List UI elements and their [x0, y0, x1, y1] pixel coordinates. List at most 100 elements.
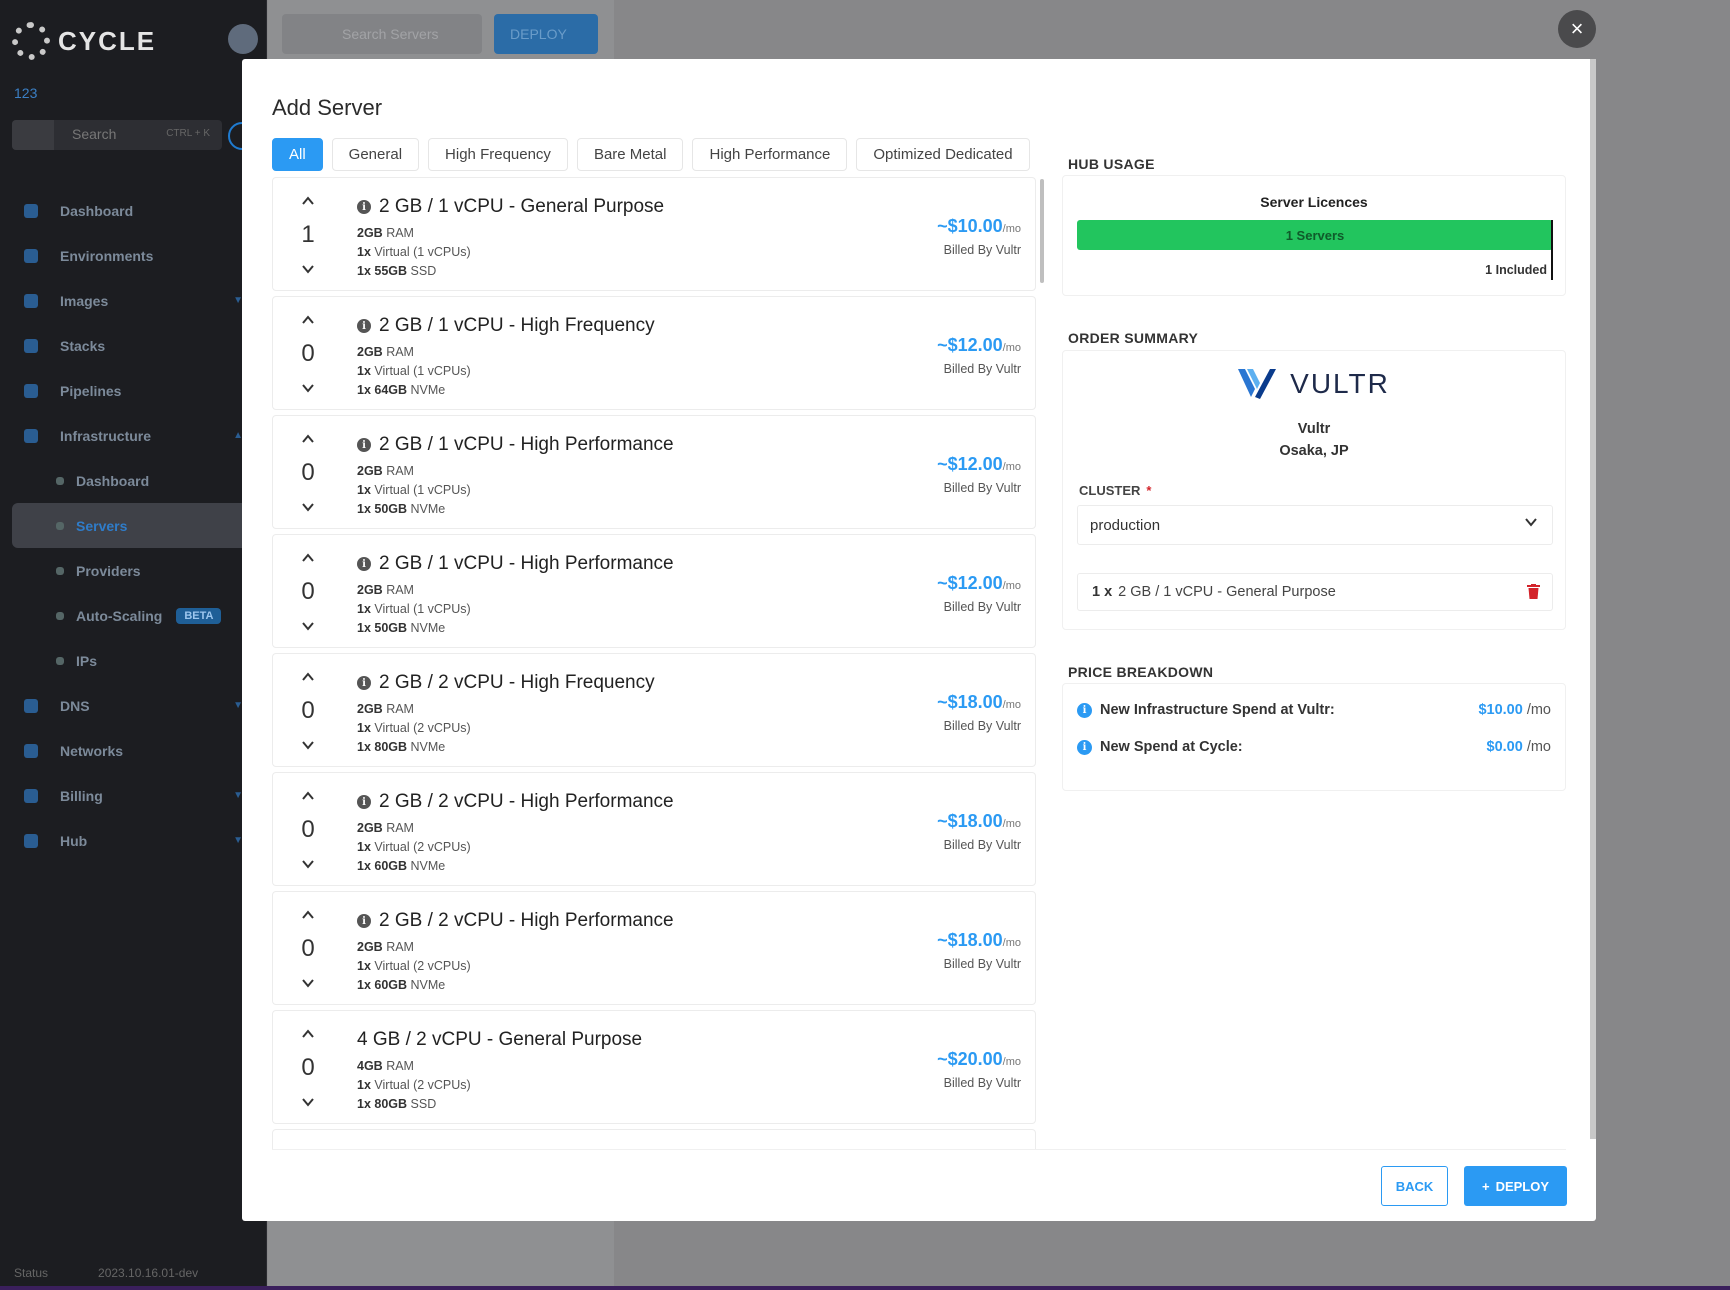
sidebar-search[interactable]: Search CTRL + K	[12, 120, 222, 150]
server-name: i 2 GB / 1 vCPU - High Performance	[357, 434, 674, 456]
hub-usage-panel: Server Licences 1 Servers 1 Included	[1062, 175, 1566, 296]
nav-images[interactable]: Images ▼	[0, 278, 267, 323]
ram-unit: RAM	[386, 226, 414, 240]
price-unit: /mo	[1526, 739, 1551, 755]
server-cpu: 1x Virtual (1 vCPUs)	[357, 245, 471, 259]
search-servers-input[interactable]: Search Servers	[282, 14, 482, 54]
cpu-count: 1x	[357, 1078, 371, 1092]
disk-type: NVMe	[410, 502, 446, 516]
nav-auto-scaling[interactable]: Auto-Scaling BETA	[0, 593, 267, 638]
info-icon[interactable]: i	[1077, 739, 1092, 755]
cpu-desc: Virtual (1 vCPUs)	[374, 364, 471, 378]
increment-chevron-up-icon[interactable]	[293, 906, 323, 924]
cluster-label: CLUSTER *	[1079, 483, 1151, 498]
price-period: /mo	[1002, 461, 1021, 473]
nav-billing[interactable]: Billing ▼	[0, 773, 267, 818]
disk-type: NVMe	[410, 859, 446, 873]
modal-scrollbar[interactable]	[1590, 59, 1596, 1139]
filter-optimized-dedicated[interactable]: Optimized Dedicated	[856, 138, 1030, 171]
provider-location: Osaka, JP	[1279, 443, 1349, 459]
server-name: i 2 GB / 2 vCPU - High Performance	[357, 910, 674, 932]
info-icon[interactable]: i	[357, 557, 371, 571]
info-icon[interactable]: i	[357, 319, 371, 333]
nav-providers[interactable]: Providers	[0, 548, 267, 593]
decrement-chevron-down-icon[interactable]	[293, 974, 323, 992]
nav-label: Images	[60, 292, 109, 309]
decrement-chevron-down-icon[interactable]	[293, 260, 323, 278]
server-price: ~$18.00/mo Billed By Vultr	[937, 930, 1021, 971]
decrement-chevron-down-icon[interactable]	[293, 736, 323, 754]
server-ram: 4GB RAM	[357, 1059, 414, 1073]
nav-pipelines[interactable]: Pipelines	[0, 368, 267, 413]
increment-chevron-up-icon[interactable]	[293, 549, 323, 567]
filter-high-frequency[interactable]: High Frequency	[428, 138, 568, 171]
status-link[interactable]: Status	[14, 1266, 48, 1280]
server-list-scrollbar[interactable]	[1040, 179, 1044, 283]
info-icon[interactable]: i	[357, 438, 371, 452]
back-button[interactable]: BACK	[1381, 1166, 1448, 1206]
nav-infrastructure[interactable]: Infrastructure ▲	[0, 413, 267, 458]
dns-icon	[24, 698, 38, 713]
trash-icon[interactable]	[1527, 584, 1540, 599]
nav-stacks[interactable]: Stacks	[0, 323, 267, 368]
deploy-button[interactable]: + DEPLOY	[1464, 1166, 1567, 1206]
server-ram: 2GB RAM	[357, 940, 414, 954]
decrement-chevron-down-icon[interactable]	[293, 855, 323, 873]
cycle-logo: CYCLE	[12, 22, 156, 60]
close-modal-button[interactable]: ×	[1558, 10, 1596, 48]
increment-chevron-up-icon[interactable]	[293, 668, 323, 686]
server-option-card: 0 4 GB / 2 vCPU - General Purpose 4GB RAM 1…	[272, 1010, 1036, 1124]
nav-ips[interactable]: IPs	[0, 638, 267, 683]
nav-networks[interactable]: Networks	[0, 728, 267, 773]
decrement-chevron-down-icon[interactable]	[293, 379, 323, 397]
nav-label: Environments	[60, 247, 154, 264]
ram-size: 4GB	[357, 1059, 383, 1073]
nav-hub[interactable]: Hub ▼	[0, 818, 267, 863]
server-disk: 1x 55GB SSD	[357, 264, 436, 278]
increment-chevron-up-icon[interactable]	[293, 787, 323, 805]
nav-environments[interactable]: Environments	[0, 233, 267, 278]
decrement-chevron-down-icon[interactable]	[293, 1093, 323, 1111]
price-period: /mo	[1002, 699, 1021, 711]
nav-label: Auto-Scaling	[76, 607, 163, 624]
server-type-filters: All General High Frequency Bare Metal Hi…	[272, 138, 1030, 171]
decrement-chevron-down-icon[interactable]	[293, 498, 323, 516]
disk-type: NVMe	[410, 621, 446, 635]
info-icon[interactable]: i	[1077, 702, 1092, 718]
info-icon[interactable]: i	[357, 676, 371, 690]
server-price: ~$20.00/mo Billed By Vultr	[937, 1049, 1021, 1090]
quantity-value: 0	[301, 459, 315, 486]
info-icon[interactable]: i	[357, 795, 371, 809]
price-period: /mo	[1002, 937, 1021, 949]
increment-chevron-up-icon[interactable]	[293, 430, 323, 448]
hub-icon	[24, 833, 38, 848]
nav-infra-dashboard[interactable]: Dashboard	[0, 458, 267, 503]
filter-high-performance[interactable]: High Performance	[692, 138, 848, 171]
price-breakdown-heading: PRICE BREAKDOWN	[1068, 664, 1214, 680]
filter-bare-metal[interactable]: Bare Metal	[576, 138, 684, 171]
plus-icon: +	[1481, 1178, 1490, 1194]
nav-servers[interactable]: Servers	[12, 503, 255, 548]
filter-general[interactable]: General	[331, 138, 420, 171]
server-cpu: 1x Virtual (2 vCPUs)	[357, 721, 471, 735]
filter-all[interactable]: All	[272, 138, 323, 171]
auto-scaling-icon	[56, 611, 64, 620]
increment-chevron-up-icon[interactable]	[293, 192, 323, 210]
info-icon[interactable]: i	[357, 914, 371, 928]
networks-icon	[24, 743, 38, 758]
nav-dashboard[interactable]: Dashboard	[0, 188, 267, 233]
server-price: ~$18.00/mo Billed By Vultr	[937, 811, 1021, 852]
increment-chevron-up-icon[interactable]	[293, 311, 323, 329]
decrement-chevron-down-icon[interactable]	[293, 617, 323, 635]
cluster-select[interactable]: production	[1077, 505, 1553, 545]
disk-size: 60GB	[374, 859, 408, 873]
server-disk: 1x 60GB NVMe	[357, 859, 445, 873]
ips-icon	[56, 656, 64, 665]
hub-name[interactable]: 123	[14, 85, 37, 101]
info-icon[interactable]: i	[357, 200, 371, 214]
background-deploy-button[interactable]: DEPLOY	[494, 14, 598, 54]
quantity-stepper: 0	[293, 668, 323, 754]
nav-dns[interactable]: DNS ▼	[0, 683, 267, 728]
increment-chevron-up-icon[interactable]	[293, 1025, 323, 1043]
user-avatar[interactable]	[228, 24, 258, 54]
